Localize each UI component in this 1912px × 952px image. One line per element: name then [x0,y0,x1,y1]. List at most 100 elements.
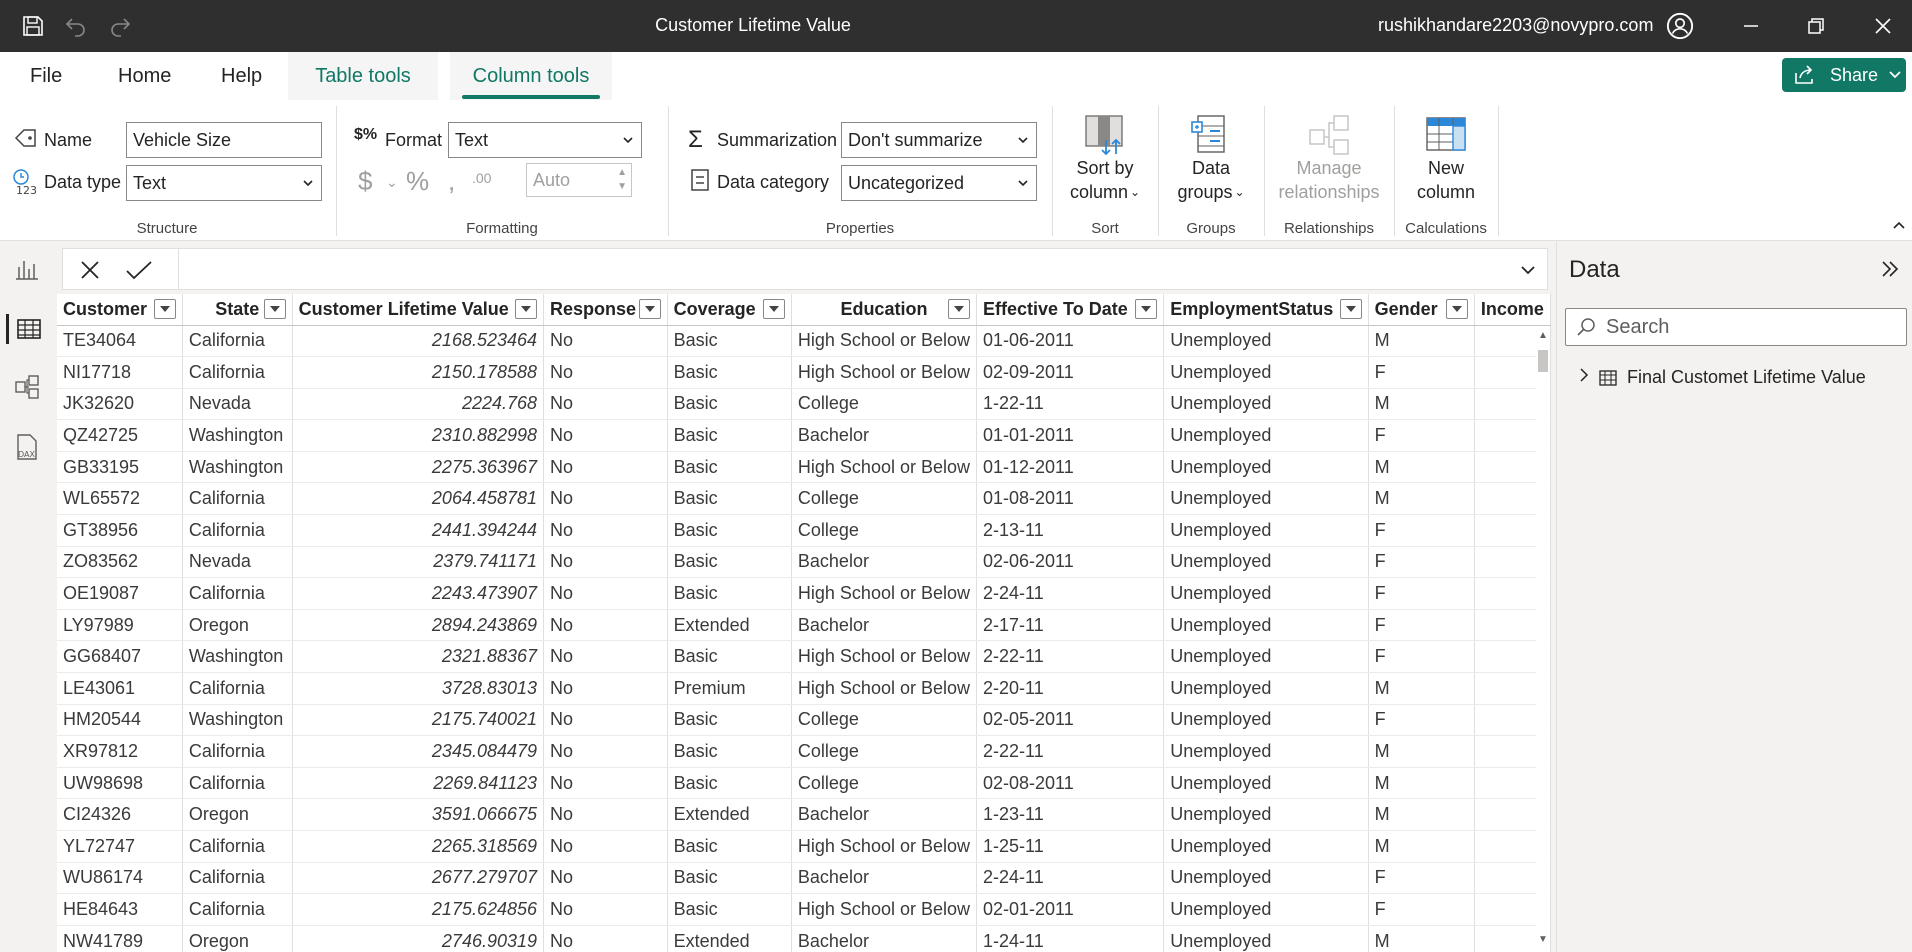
table-cell[interactable]: M [1368,798,1475,831]
table-cell[interactable]: Oregon [182,925,293,952]
table-cell[interactable]: Unemployed [1163,451,1369,484]
table-tree-item[interactable]: Final Customet Lifetime Value [1577,366,1866,389]
table-cell[interactable]: Unemployed [1163,704,1369,737]
dax-query-view-icon[interactable]: DAX [12,432,42,462]
filter-dropdown-icon[interactable] [948,299,970,319]
table-cell[interactable]: Unemployed [1163,862,1369,895]
table-cell[interactable]: 01-12-2011 [976,451,1165,484]
table-cell[interactable]: 01-08-2011 [976,482,1165,516]
table-cell[interactable]: Basic [667,830,792,863]
table-cell[interactable]: 2269.841123 [292,767,545,800]
table-cell[interactable]: Basic [667,419,792,452]
filter-dropdown-icon[interactable] [638,299,661,319]
table-cell[interactable]: College [791,482,978,516]
table-cell[interactable]: 02-06-2011 [976,546,1165,579]
table-cell[interactable]: Unemployed [1163,546,1369,579]
table-cell[interactable]: Unemployed [1163,893,1369,926]
table-cell[interactable]: Unemployed [1163,767,1369,800]
tab-column-tools[interactable]: Column tools [450,52,612,100]
table-cell[interactable]: F [1368,356,1475,389]
table-cell[interactable]: California [182,577,293,610]
filter-dropdown-icon[interactable] [762,299,785,319]
table-cell[interactable]: 2-24-11 [976,862,1165,895]
table-cell[interactable]: No [543,609,668,642]
table-cell[interactable]: No [543,767,668,800]
table-cell[interactable]: Unemployed [1163,798,1369,831]
table-cell[interactable]: College [791,704,978,737]
table-cell[interactable]: Premium [667,672,792,705]
table-cell[interactable]: Unemployed [1163,672,1369,705]
table-cell[interactable]: High School or Below [791,356,978,389]
table-cell[interactable]: 2379.741171 [292,546,545,579]
table-cell[interactable]: 2677.279707 [292,862,545,895]
table-cell[interactable]: 2321.88367 [292,640,545,674]
table-cell[interactable]: 1-22-11 [976,388,1165,421]
table-cell[interactable]: 2168.523464 [292,325,545,358]
table-cell[interactable]: No [543,451,668,484]
table-cell[interactable]: Bachelor [791,862,978,895]
column-header[interactable]: Education [791,294,978,326]
table-cell[interactable]: 2345.084479 [292,735,545,768]
table-cell[interactable]: M [1368,767,1475,800]
table-cell[interactable]: High School or Below [791,672,978,705]
stepper-icon[interactable]: ▲ ▼ [617,166,627,194]
table-cell[interactable]: 2-20-11 [976,672,1165,705]
scroll-down-icon[interactable]: ▼ [1538,934,1548,945]
table-cell[interactable]: NI17718 [57,356,183,389]
column-header[interactable]: Effective To Date [976,294,1165,326]
table-cell[interactable]: No [543,419,668,452]
table-cell[interactable]: Bachelor [791,609,978,642]
table-cell[interactable]: Washington [182,451,293,484]
table-cell[interactable]: F [1368,640,1475,674]
table-cell[interactable]: GG68407 [57,640,183,674]
table-cell[interactable]: HE84643 [57,893,183,926]
chevron-right-icon[interactable] [1577,366,1591,389]
table-cell[interactable]: 2265.318569 [292,830,545,863]
table-cell[interactable]: F [1368,862,1475,895]
table-cell[interactable]: Bachelor [791,419,978,452]
share-button[interactable]: Share [1782,58,1906,92]
table-cell[interactable]: 2746.90319 [292,925,545,952]
table-cell[interactable]: California [182,830,293,863]
table-cell[interactable]: College [791,767,978,800]
table-cell[interactable]: JK32620 [57,388,183,421]
table-cell[interactable]: California [182,356,293,389]
table-cell[interactable]: Nevada [182,388,293,421]
filter-dropdown-icon[interactable] [1445,299,1468,319]
table-cell[interactable]: Bachelor [791,798,978,831]
table-cell[interactable]: 3591.066675 [292,798,545,831]
table-cell[interactable]: College [791,514,978,547]
table-cell[interactable]: Extended [667,798,792,831]
table-cell[interactable]: M [1368,482,1475,516]
table-cell[interactable]: Unemployed [1163,577,1369,610]
column-header[interactable]: Coverage [667,294,792,326]
table-cell[interactable]: High School or Below [791,577,978,610]
table-cell[interactable]: Bachelor [791,546,978,579]
table-cell[interactable]: 1-23-11 [976,798,1165,831]
model-view-icon[interactable] [12,372,42,402]
table-cell[interactable]: Basic [667,640,792,674]
table-cell[interactable]: ZO83562 [57,546,183,579]
scroll-thumb[interactable] [1538,350,1548,372]
table-cell[interactable]: High School or Below [791,451,978,484]
comma-icon[interactable]: , [448,166,455,197]
table-cell[interactable]: QZ42725 [57,419,183,452]
table-cell[interactable]: F [1368,893,1475,926]
table-cell[interactable]: Basic [667,893,792,926]
table-cell[interactable]: F [1368,514,1475,547]
table-cell[interactable]: M [1368,451,1475,484]
expand-formula-icon[interactable] [1519,261,1537,284]
filter-dropdown-icon[interactable] [1339,299,1362,319]
table-cell[interactable]: No [543,640,668,674]
table-cell[interactable]: No [543,482,668,516]
vertical-scrollbar[interactable]: ▲ ▼ [1536,330,1550,950]
table-cell[interactable]: Basic [667,325,792,358]
table-cell[interactable]: High School or Below [791,893,978,926]
tab-home[interactable]: Home [106,52,183,100]
close-icon[interactable] [1869,12,1897,40]
table-cell[interactable]: No [543,925,668,952]
table-cell[interactable]: 01-06-2011 [976,325,1165,358]
column-header[interactable]: Customer [57,294,183,326]
table-cell[interactable]: No [543,325,668,358]
table-cell[interactable]: WL65572 [57,482,183,516]
